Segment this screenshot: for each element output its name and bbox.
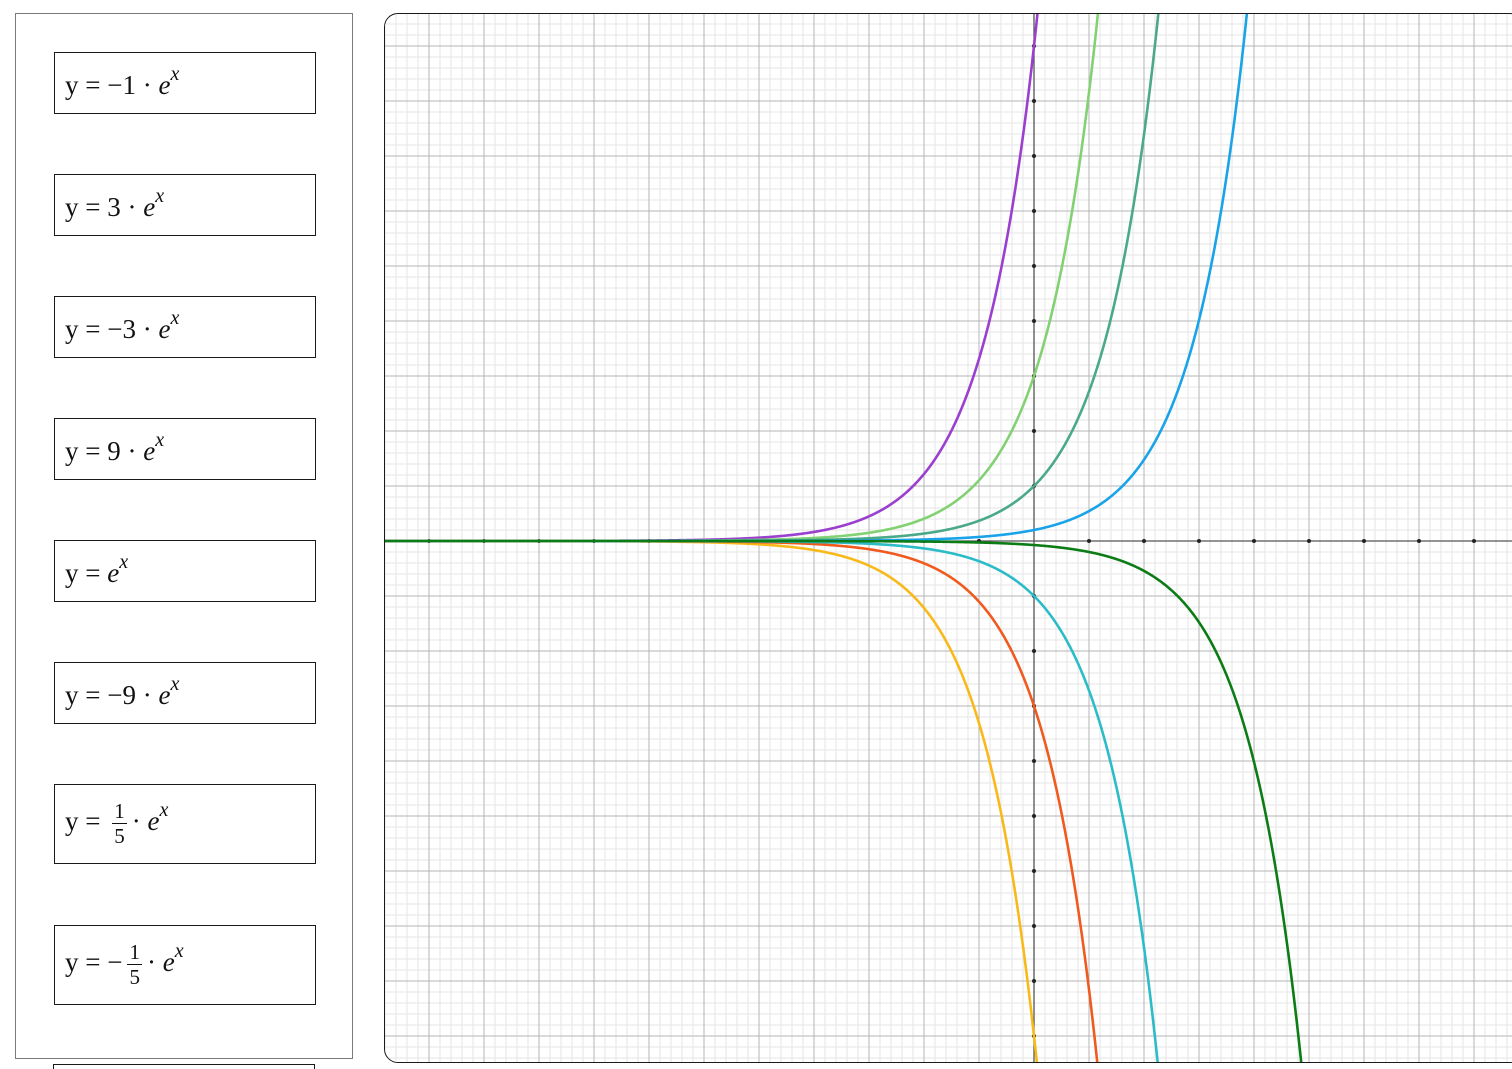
formula-card[interactable]: y = 9 · ex bbox=[54, 418, 316, 480]
formula-exponent: x bbox=[155, 428, 165, 451]
formula-text: y = −1 · ex bbox=[65, 64, 179, 100]
formula-card-partial[interactable] bbox=[53, 1064, 315, 1069]
formula-base: e bbox=[158, 679, 171, 710]
formula-exponent: x bbox=[174, 940, 184, 963]
tick-dot bbox=[1032, 264, 1036, 268]
formula-prefix: y = bbox=[65, 806, 108, 837]
formula-base: e bbox=[162, 947, 175, 978]
tick-dot bbox=[1032, 319, 1036, 323]
tick-dot bbox=[1032, 209, 1036, 213]
tick-dot bbox=[1032, 759, 1036, 763]
formula-card[interactable]: y = −1 5 · ex bbox=[54, 925, 316, 1005]
tick-dot bbox=[1032, 869, 1036, 873]
function-curve bbox=[385, 539, 1039, 1062]
tick-dot bbox=[1417, 539, 1421, 543]
tick-dot bbox=[1472, 539, 1476, 543]
formula-card[interactable]: y = 3 · ex bbox=[54, 174, 316, 236]
formula-prefix: y = − bbox=[65, 947, 123, 978]
tick-dot bbox=[1032, 154, 1036, 158]
formula-card[interactable]: y = −1 · ex bbox=[54, 52, 316, 114]
formula-prefix: y = 3 · bbox=[65, 191, 144, 222]
formula-text: y = 1 5 · ex bbox=[65, 799, 169, 847]
formula-exponent: x bbox=[159, 799, 169, 822]
graph-panel[interactable] bbox=[384, 13, 1512, 1063]
tick-dot bbox=[1307, 539, 1311, 543]
tick-dot bbox=[1032, 814, 1036, 818]
formula-base: e bbox=[107, 557, 120, 588]
tick-dot bbox=[1032, 99, 1036, 103]
formula-base: e bbox=[158, 69, 171, 100]
fraction-denominator: 5 bbox=[114, 824, 125, 848]
formula-text: y = ex bbox=[65, 552, 128, 588]
formula-exponent: x bbox=[170, 306, 180, 329]
formula-exponent: x bbox=[119, 550, 129, 573]
formula-base: e bbox=[147, 806, 160, 837]
formula-card[interactable]: y = −3 · ex bbox=[54, 296, 316, 358]
formula-card[interactable]: y = −9 · ex bbox=[54, 662, 316, 724]
formula-exponent: x bbox=[155, 184, 165, 207]
tick-dot bbox=[1087, 539, 1091, 543]
formula-prefix: y = bbox=[65, 557, 108, 588]
function-curve bbox=[385, 539, 1159, 1062]
tick-dot bbox=[1362, 539, 1366, 543]
fraction-denominator: 5 bbox=[129, 965, 140, 989]
formula-prefix: y = 9 · bbox=[65, 435, 144, 466]
tick-dot bbox=[1197, 539, 1201, 543]
formula-card[interactable]: y = ex bbox=[54, 540, 316, 602]
formula-base: e bbox=[143, 435, 156, 466]
formula-text: y = −1 5 · ex bbox=[65, 940, 184, 988]
tick-dot bbox=[1032, 649, 1036, 653]
formula-fraction: 15 bbox=[112, 801, 127, 847]
formula-prefix: y = −1 · bbox=[65, 69, 159, 100]
function-curve bbox=[385, 539, 1099, 1062]
formula-exponent: x bbox=[170, 672, 180, 695]
graph-canvas[interactable] bbox=[384, 13, 1512, 1063]
fraction-numerator: 1 bbox=[112, 799, 127, 824]
formula-card[interactable]: y = 1 5 · ex bbox=[54, 784, 316, 864]
formula-card-panel[interactable]: y = −1 · ex y = 3 · ex y = −3 · ex y = 9 · … bbox=[15, 13, 353, 1059]
formula-text: y = 9 · ex bbox=[65, 430, 164, 466]
fraction-numerator: 1 bbox=[127, 940, 142, 965]
formula-base: e bbox=[158, 313, 171, 344]
formula-text: y = −3 · ex bbox=[65, 308, 179, 344]
tick-dot bbox=[1252, 539, 1256, 543]
formula-text: y = 3 · ex bbox=[65, 186, 164, 222]
formula-text: y = −9 · ex bbox=[65, 674, 179, 710]
tick-dot bbox=[1032, 979, 1036, 983]
formula-fraction: 15 bbox=[127, 942, 142, 988]
formula-suffix: · bbox=[131, 806, 148, 837]
tick-dot bbox=[1142, 539, 1146, 543]
tick-dot bbox=[1032, 924, 1036, 928]
formula-prefix: y = −3 · bbox=[65, 313, 159, 344]
app-root: y = −1 · ex y = 3 · ex y = −3 · ex y = 9 · … bbox=[0, 0, 1512, 1069]
formula-suffix: · bbox=[146, 947, 163, 978]
formula-prefix: y = −9 · bbox=[65, 679, 159, 710]
formula-exponent: x bbox=[170, 62, 180, 85]
formula-base: e bbox=[143, 191, 156, 222]
tick-dot bbox=[1032, 429, 1036, 433]
